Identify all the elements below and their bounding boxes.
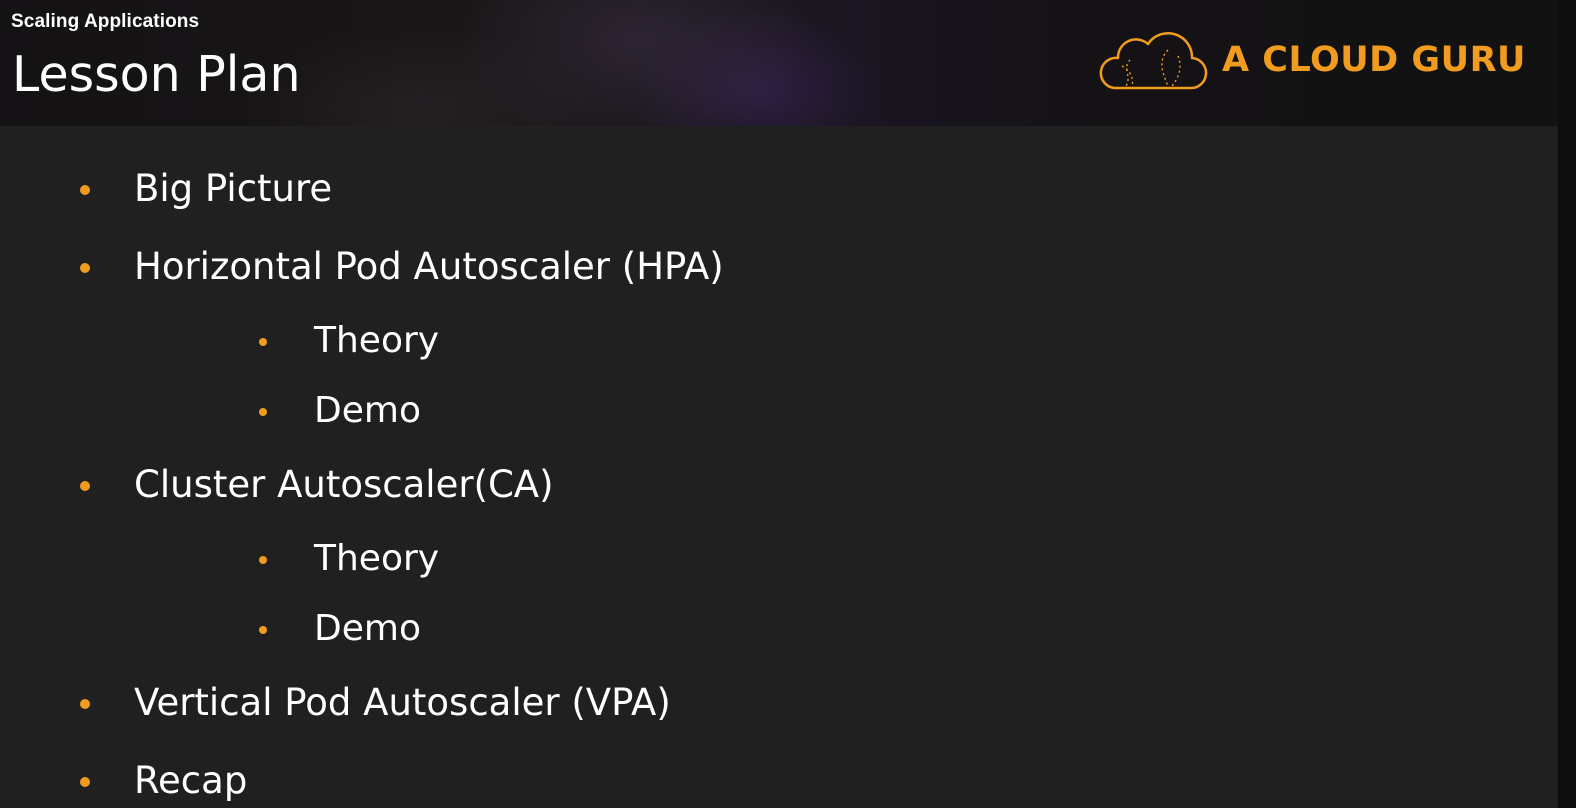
right-edge-strip bbox=[1558, 0, 1576, 808]
outline-item-label: Recap bbox=[134, 759, 248, 802]
outline-subitem: Theory bbox=[0, 306, 1540, 376]
outline-subitem-label: Demo bbox=[314, 608, 421, 649]
sub-bullet-icon bbox=[259, 626, 267, 634]
cloud-logo-icon bbox=[1099, 32, 1208, 90]
outline-item: Big Picture bbox=[0, 150, 1540, 228]
section-label: Scaling Applications bbox=[11, 11, 200, 32]
outline-item-label: Horizontal Pod Autoscaler (HPA) bbox=[134, 245, 724, 288]
outline-subitem: Demo bbox=[0, 376, 1540, 446]
outline-subitem: Demo bbox=[0, 594, 1540, 664]
outline-subitem-label: Theory bbox=[314, 538, 440, 579]
bullet-icon bbox=[80, 481, 90, 491]
outline-subitem: Theory bbox=[0, 524, 1540, 594]
outline-item: Cluster Autoscaler(CA) bbox=[0, 446, 1540, 524]
outline-item-label: Big Picture bbox=[134, 167, 333, 210]
outline-subitem-label: Theory bbox=[314, 320, 440, 361]
outline-item: Vertical Pod Autoscaler (VPA) bbox=[0, 664, 1540, 742]
outline-item: Horizontal Pod Autoscaler (HPA) bbox=[0, 228, 1540, 306]
slide: Scaling Applications Lesson Plan A CLOUD… bbox=[0, 0, 1576, 808]
bullet-icon bbox=[80, 263, 90, 273]
page-title: Lesson Plan bbox=[12, 46, 301, 103]
sub-bullet-icon bbox=[259, 408, 267, 416]
outline-item: Recap bbox=[0, 742, 1540, 808]
sub-bullet-icon bbox=[259, 556, 267, 564]
bullet-icon bbox=[80, 185, 90, 195]
outline-item-label: Vertical Pod Autoscaler (VPA) bbox=[134, 681, 671, 724]
lesson-outline: Big Picture Horizontal Pod Autoscaler (H… bbox=[0, 150, 1540, 808]
brand-name: A CLOUD GURU bbox=[1222, 40, 1526, 80]
brand-logo: A CLOUD GURU bbox=[1094, 26, 1526, 94]
outline-subitem-label: Demo bbox=[314, 390, 421, 431]
sub-bullet-icon bbox=[259, 338, 267, 346]
outline-item-label: Cluster Autoscaler(CA) bbox=[134, 463, 554, 506]
bullet-icon bbox=[80, 699, 90, 709]
bullet-icon bbox=[80, 777, 90, 787]
